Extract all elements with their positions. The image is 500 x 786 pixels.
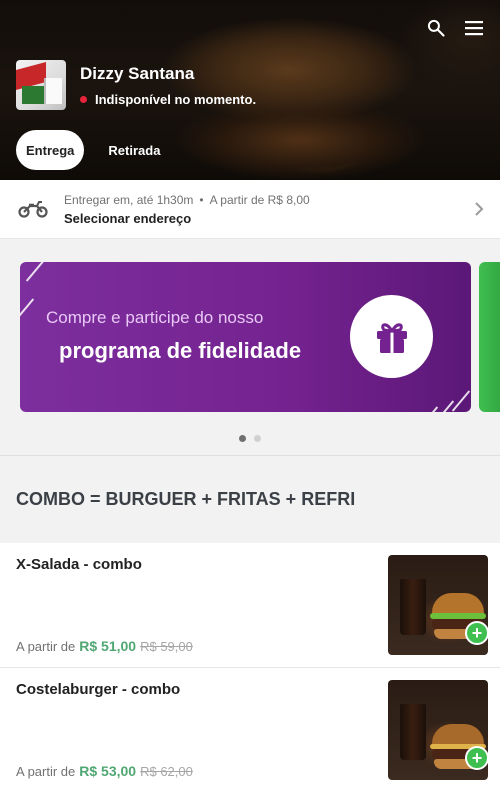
delivery-time: Entregar em, até 1h30m	[64, 192, 194, 207]
price-prefix: A partir de	[16, 764, 76, 779]
item-old-price: R$ 59,00	[140, 639, 193, 654]
store-name: Dizzy Santana	[80, 63, 195, 83]
menu-item[interactable]: Costelaburger - combo A partir de R$ 53,…	[0, 668, 500, 786]
gift-icon	[350, 295, 433, 378]
chevron-right-icon	[475, 202, 484, 216]
menu-icon[interactable]	[462, 16, 486, 40]
carousel-dots	[0, 435, 500, 442]
item-name: X-Salada - combo	[16, 556, 142, 573]
select-address-label: Selecionar endereço	[64, 210, 192, 226]
promo-carousel: Compre e participe do nosso programa de …	[0, 239, 500, 456]
tab-retirada[interactable]: Retirada	[98, 130, 170, 170]
price-prefix: A partir de	[16, 639, 76, 654]
banner-line2: programa de fidelidade	[59, 338, 302, 363]
status-dot-icon	[80, 95, 87, 103]
separator-dot: •	[199, 192, 204, 207]
category-header: COMBO = BURGUER + FRITAS + REFRI	[0, 456, 500, 543]
item-old-price: R$ 62,00	[140, 764, 193, 779]
tab-entrega[interactable]: Entrega	[16, 130, 85, 170]
loyalty-banner[interactable]: Compre e participe do nosso programa de …	[20, 262, 471, 412]
carousel-dot-1[interactable]	[239, 435, 246, 442]
banner-line1: Compre e participe do nosso	[46, 308, 264, 327]
plus-icon[interactable]: +	[465, 746, 489, 770]
order-mode-tabs: Entrega Retirada	[16, 130, 170, 170]
category-title: COMBO = BURGUER + FRITAS + REFRI	[16, 489, 356, 509]
search-icon[interactable]	[424, 16, 448, 40]
delivery-address-row[interactable]: Entregar em, até 1h30m • A partir de R$ …	[0, 180, 500, 239]
motorcycle-icon	[18, 201, 48, 218]
plus-icon[interactable]: +	[465, 621, 489, 645]
carousel-dot-2[interactable]	[254, 435, 261, 442]
item-price-row: A partir de R$ 51,00 R$ 59,00	[16, 638, 193, 654]
item-price: R$ 51,00	[79, 638, 137, 654]
status-text: Indisponível no momento.	[95, 91, 257, 107]
item-name: Costelaburger - combo	[16, 681, 181, 698]
store-info: Dizzy Santana Indisponível no momento.	[16, 60, 256, 110]
item-price: R$ 53,00	[79, 763, 137, 779]
menu-item[interactable]: X-Salada - combo A partir de R$ 51,00 R$…	[0, 543, 500, 668]
next-banner-peek[interactable]	[479, 262, 500, 412]
header-actions	[424, 16, 486, 40]
store-header: Dizzy Santana Indisponível no momento. E…	[0, 0, 500, 180]
store-status: Indisponível no momento.	[80, 92, 256, 107]
item-price-row: A partir de R$ 53,00 R$ 62,00	[16, 763, 193, 779]
min-order: A partir de R$ 8,00	[209, 192, 310, 207]
store-logo	[16, 60, 66, 110]
